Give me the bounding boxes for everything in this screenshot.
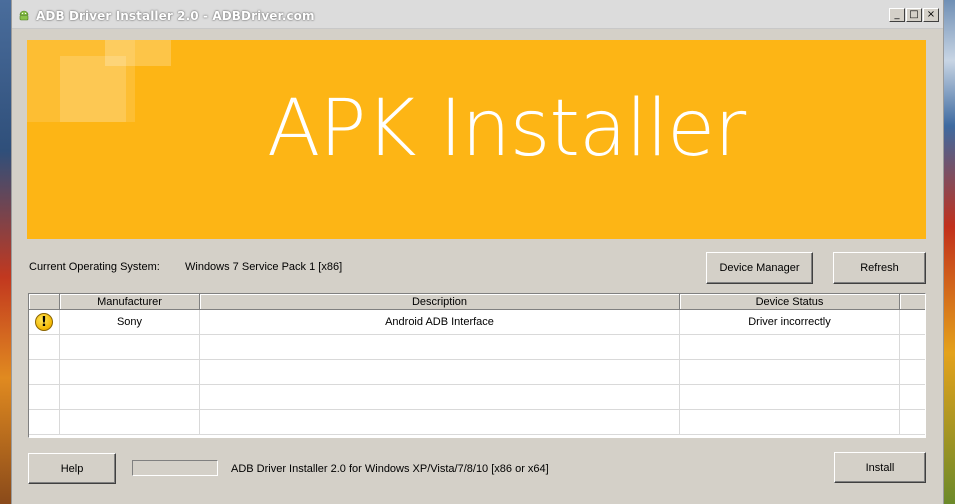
table-row <box>29 335 925 360</box>
title-bar[interactable]: ADB Driver Installer 2.0 - ADBDriver.com… <box>12 0 943 29</box>
minimize-button[interactable]: _ <box>889 8 905 22</box>
device-status-cell: Driver incorrectly <box>680 310 900 335</box>
empty-cell <box>200 335 680 360</box>
window-controls: _ □ × <box>889 8 939 22</box>
device-manager-button[interactable]: Device Manager <box>706 252 813 284</box>
window-title: ADB Driver Installer 2.0 - ADBDriver.com <box>36 9 315 23</box>
description-cell: Android ADB Interface <box>200 310 680 335</box>
column-header-device-status[interactable]: Device Status <box>680 294 900 310</box>
empty-cell <box>680 385 900 410</box>
table-body: ! Sony Android ADB Interface Driver inco… <box>29 310 925 435</box>
close-button[interactable]: × <box>923 8 939 22</box>
empty-cell <box>29 335 60 360</box>
refresh-button[interactable]: Refresh <box>833 252 926 284</box>
banner-decoration <box>105 40 171 66</box>
app-window: ADB Driver Installer 2.0 - ADBDriver.com… <box>11 0 944 504</box>
table-row <box>29 385 925 410</box>
empty-cell <box>680 360 900 385</box>
os-value: Windows 7 Service Pack 1 [x86] <box>185 261 343 273</box>
banner: APK Installer <box>27 40 926 239</box>
column-header-description[interactable]: Description <box>200 294 680 310</box>
manufacturer-cell: Sony <box>60 310 200 335</box>
table-row <box>29 360 925 385</box>
banner-title: APK Installer <box>267 84 746 174</box>
status-text: ADB Driver Installer 2.0 for Windows XP/… <box>231 463 549 475</box>
progress-bar <box>132 460 218 476</box>
empty-cell <box>900 385 925 410</box>
empty-cell <box>60 410 200 435</box>
empty-cell <box>900 360 925 385</box>
filler-cell <box>900 310 925 335</box>
column-header-manufacturer[interactable]: Manufacturer <box>60 294 200 310</box>
warning-icon: ! <box>35 313 53 331</box>
maximize-button[interactable]: □ <box>906 8 922 22</box>
empty-cell <box>29 360 60 385</box>
empty-cell <box>680 335 900 360</box>
empty-cell <box>900 410 925 435</box>
column-header-filler <box>900 294 925 310</box>
device-table: Manufacturer Description Device Status !… <box>28 293 926 438</box>
empty-cell <box>60 335 200 360</box>
empty-cell <box>900 335 925 360</box>
column-header-icon[interactable] <box>29 294 60 310</box>
empty-cell <box>60 385 200 410</box>
help-button[interactable]: Help <box>28 453 116 484</box>
table-row[interactable]: ! Sony Android ADB Interface Driver inco… <box>29 310 925 335</box>
table-header: Manufacturer Description Device Status <box>29 294 925 310</box>
empty-cell <box>60 360 200 385</box>
empty-cell <box>29 410 60 435</box>
os-label: Current Operating System: <box>29 261 160 273</box>
empty-cell <box>680 410 900 435</box>
empty-cell <box>200 410 680 435</box>
row-icon-cell: ! <box>29 310 60 335</box>
android-icon <box>18 9 30 21</box>
empty-cell <box>200 360 680 385</box>
empty-cell <box>200 385 680 410</box>
install-button[interactable]: Install <box>834 452 926 483</box>
table-row <box>29 410 925 435</box>
empty-cell <box>29 385 60 410</box>
